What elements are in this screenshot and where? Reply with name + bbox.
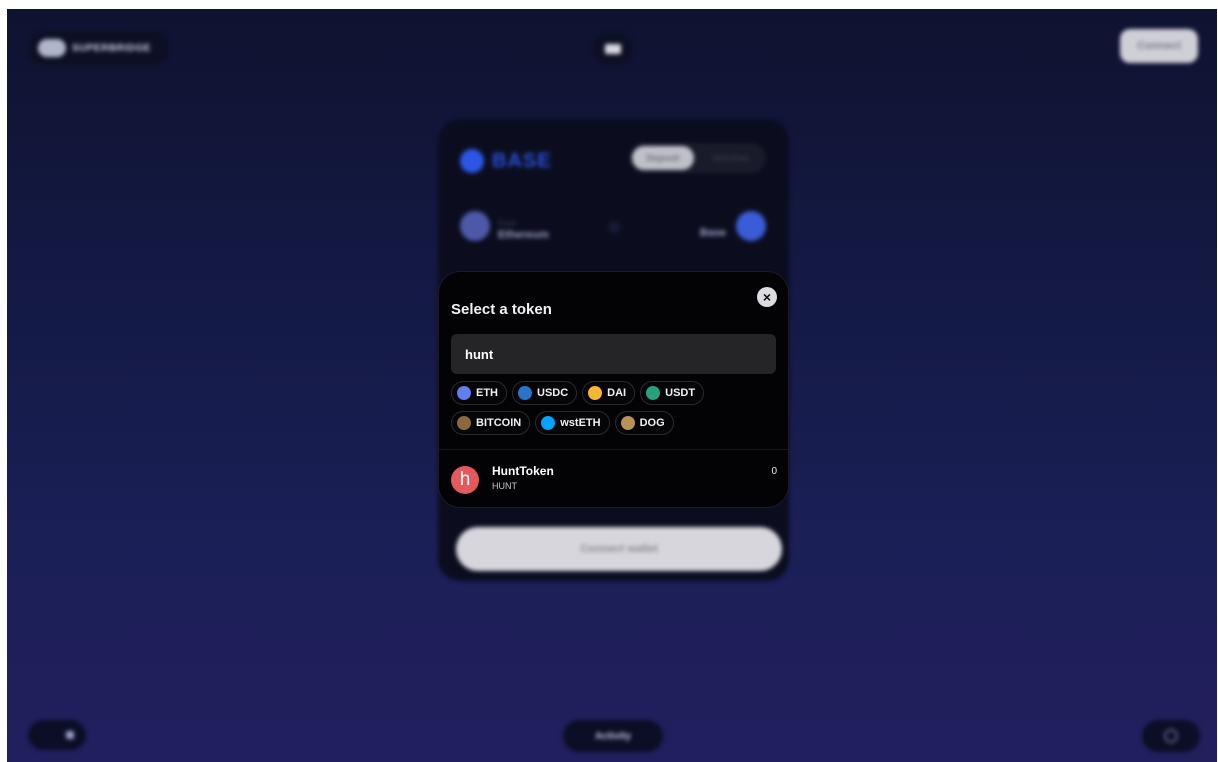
quick-token-row: ETH USDC DAI USDT [451, 381, 781, 405]
token-search-input[interactable] [451, 334, 776, 374]
quick-token-dog[interactable]: DOG [614, 411, 674, 435]
brand-logo[interactable]: SUPERBRIDGE [28, 31, 170, 65]
quick-token-row: BITCOIN wstETH DOG [451, 411, 781, 435]
deposit-withdraw-toggle[interactable]: Deposit Withdraw [630, 143, 766, 173]
quick-token-dai[interactable]: DAI [582, 381, 636, 405]
hunt-token-icon: h [451, 466, 479, 494]
bitcoin-icon [457, 416, 471, 430]
quick-token-label: BITCOIN [476, 417, 522, 429]
from-label: From [498, 219, 517, 228]
quick-token-usdc[interactable]: USDC [512, 381, 578, 405]
arrow-right-icon [608, 221, 620, 233]
dai-icon [588, 386, 603, 400]
token-result-row[interactable]: h HuntToken HUNT 0 [451, 462, 777, 500]
quick-token-list: ETH USDC DAI USDT BITCOIN wstETH DOG [451, 381, 781, 441]
quick-token-label: USDT [665, 387, 696, 399]
connect-wallet-button[interactable]: Connect wallet [456, 527, 782, 571]
apps-menu-button[interactable] [592, 33, 634, 65]
logo-mark-icon [38, 39, 66, 57]
close-icon[interactable]: × [757, 287, 777, 307]
eth-icon [457, 386, 471, 400]
theme-icon [1164, 729, 1178, 743]
quick-token-label: ETH [476, 387, 498, 399]
usdt-icon [646, 386, 661, 400]
quick-token-label: DOG [639, 417, 665, 429]
withdraw-tab[interactable]: Withdraw [700, 146, 762, 170]
quick-token-label: wstETH [560, 417, 601, 429]
token-symbol: HUNT [492, 481, 517, 491]
ethereum-chain-icon [460, 211, 490, 241]
divider [439, 449, 788, 450]
quick-token-wsteth[interactable]: wstETH [535, 411, 610, 435]
base-chain-icon [460, 149, 484, 173]
dog-icon [620, 416, 635, 430]
modal-title: Select a token [451, 301, 552, 318]
connect-button[interactable]: Connect [1120, 29, 1198, 63]
quick-token-label: USDC [537, 387, 569, 399]
to-chain: Base [699, 227, 726, 239]
theme-toggle-button[interactable] [1142, 720, 1200, 752]
app-background: SUPERBRIDGE Connect BASE Deposit Withdra… [7, 9, 1217, 762]
grid-icon [605, 44, 621, 54]
chain-name: BASE [492, 149, 552, 172]
usdc-icon [518, 386, 532, 400]
brand-logo-text: SUPERBRIDGE [72, 42, 151, 54]
wsteth-icon [541, 416, 556, 430]
quick-token-bitcoin[interactable]: BITCOIN [451, 411, 531, 435]
quick-token-usdt[interactable]: USDT [640, 381, 705, 405]
token-balance: 0 [771, 466, 777, 477]
activity-button[interactable]: Activity [563, 720, 663, 752]
quick-token-eth[interactable]: ETH [451, 381, 507, 405]
chain-header: BASE [460, 149, 552, 173]
settings-icon [66, 731, 74, 739]
settings-button[interactable] [28, 720, 86, 750]
route-selector[interactable]: From Ethereum Base [460, 211, 766, 247]
from-chain: Ethereum [498, 229, 549, 241]
deposit-tab[interactable]: Deposit [632, 146, 694, 170]
base-destination-icon [736, 211, 766, 241]
quick-token-label: DAI [607, 387, 627, 399]
select-token-modal: × Select a token ETH USDC DAI USDT BITCOIN w… [438, 271, 789, 508]
token-name: HuntToken [492, 464, 554, 478]
